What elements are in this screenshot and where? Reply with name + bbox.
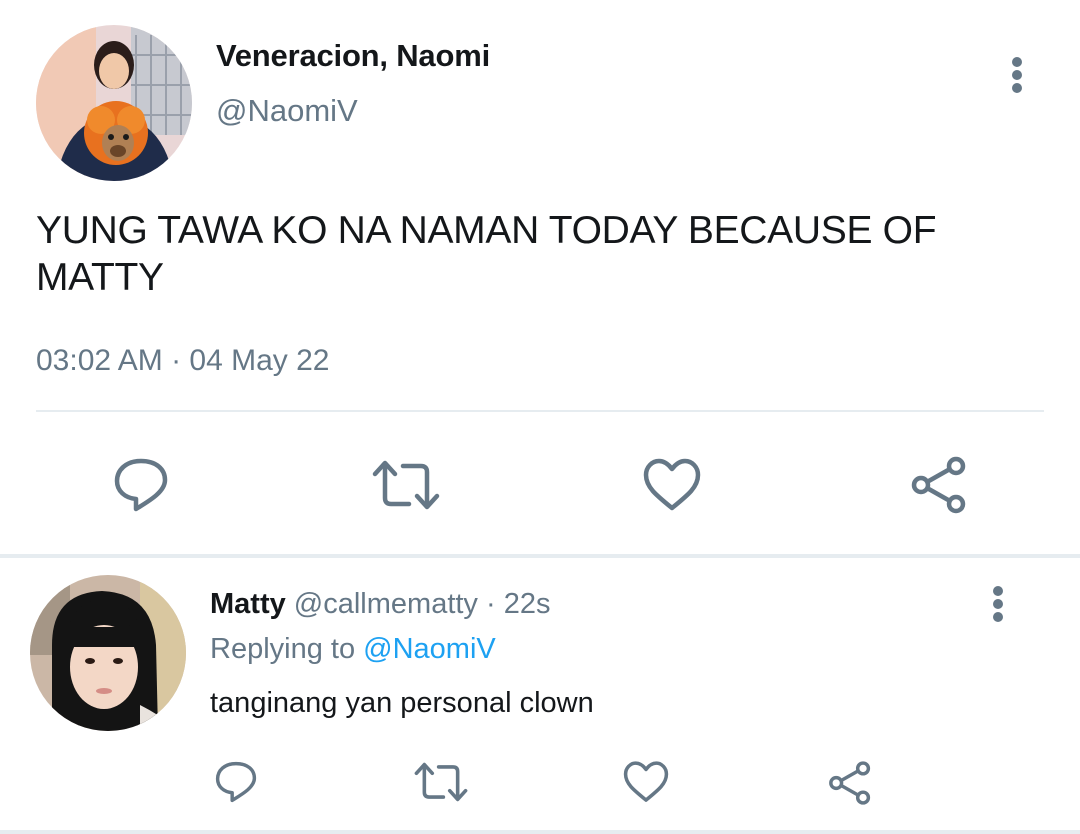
like-icon [643,458,701,511]
retweet-button[interactable] [370,454,442,516]
reply-button[interactable] [211,758,261,806]
like-icon [623,761,669,802]
reply-icon [114,458,168,512]
tweet-text: YUNG TAWA KO NA NAMAN TODAY BECAUSE OF M… [36,209,937,299]
main-tweet: Veneracion, Naomi @NaomiV YUNG TAWA KO N… [0,0,1080,556]
avatar-photo [36,25,192,181]
share-icon [829,761,871,805]
more-options-icon[interactable] [983,586,1013,622]
replying-to-link[interactable]: @NaomiV [363,633,496,665]
avatar[interactable] [36,25,192,181]
retweet-icon [372,460,440,510]
tweet-timestamp: 03:02 AM · 04 May 22 [36,344,330,377]
display-name[interactable]: Matty [210,588,286,620]
like-button[interactable] [640,454,704,516]
more-options-icon[interactable] [1002,57,1032,93]
reply-header: Matty @callmematty · 22s [210,588,550,621]
avatar-photo [30,575,186,731]
retweet-icon [414,762,468,802]
retweet-button[interactable] [412,758,470,806]
replying-to: Replying to @NaomiV [210,633,496,666]
user-handle[interactable]: @NaomiV [216,93,358,129]
divider [36,410,1044,412]
reply-icon [215,761,257,803]
share-icon [911,456,966,514]
avatar[interactable] [30,575,186,731]
share-button[interactable] [906,454,972,516]
display-name[interactable]: Veneracion, Naomi [216,38,490,74]
reply-tweet[interactable]: Matty @callmematty · 22s Replying to @Na… [0,558,1080,834]
share-button[interactable] [824,758,876,808]
replying-to-label: Replying to [210,633,356,665]
reply-time: · 22s [486,588,551,620]
like-button[interactable] [620,758,672,806]
reply-button[interactable] [108,454,174,516]
user-handle[interactable]: @callmematty [294,588,478,620]
section-divider [0,830,1080,834]
reply-text: tanginang yan personal clown [210,687,594,719]
